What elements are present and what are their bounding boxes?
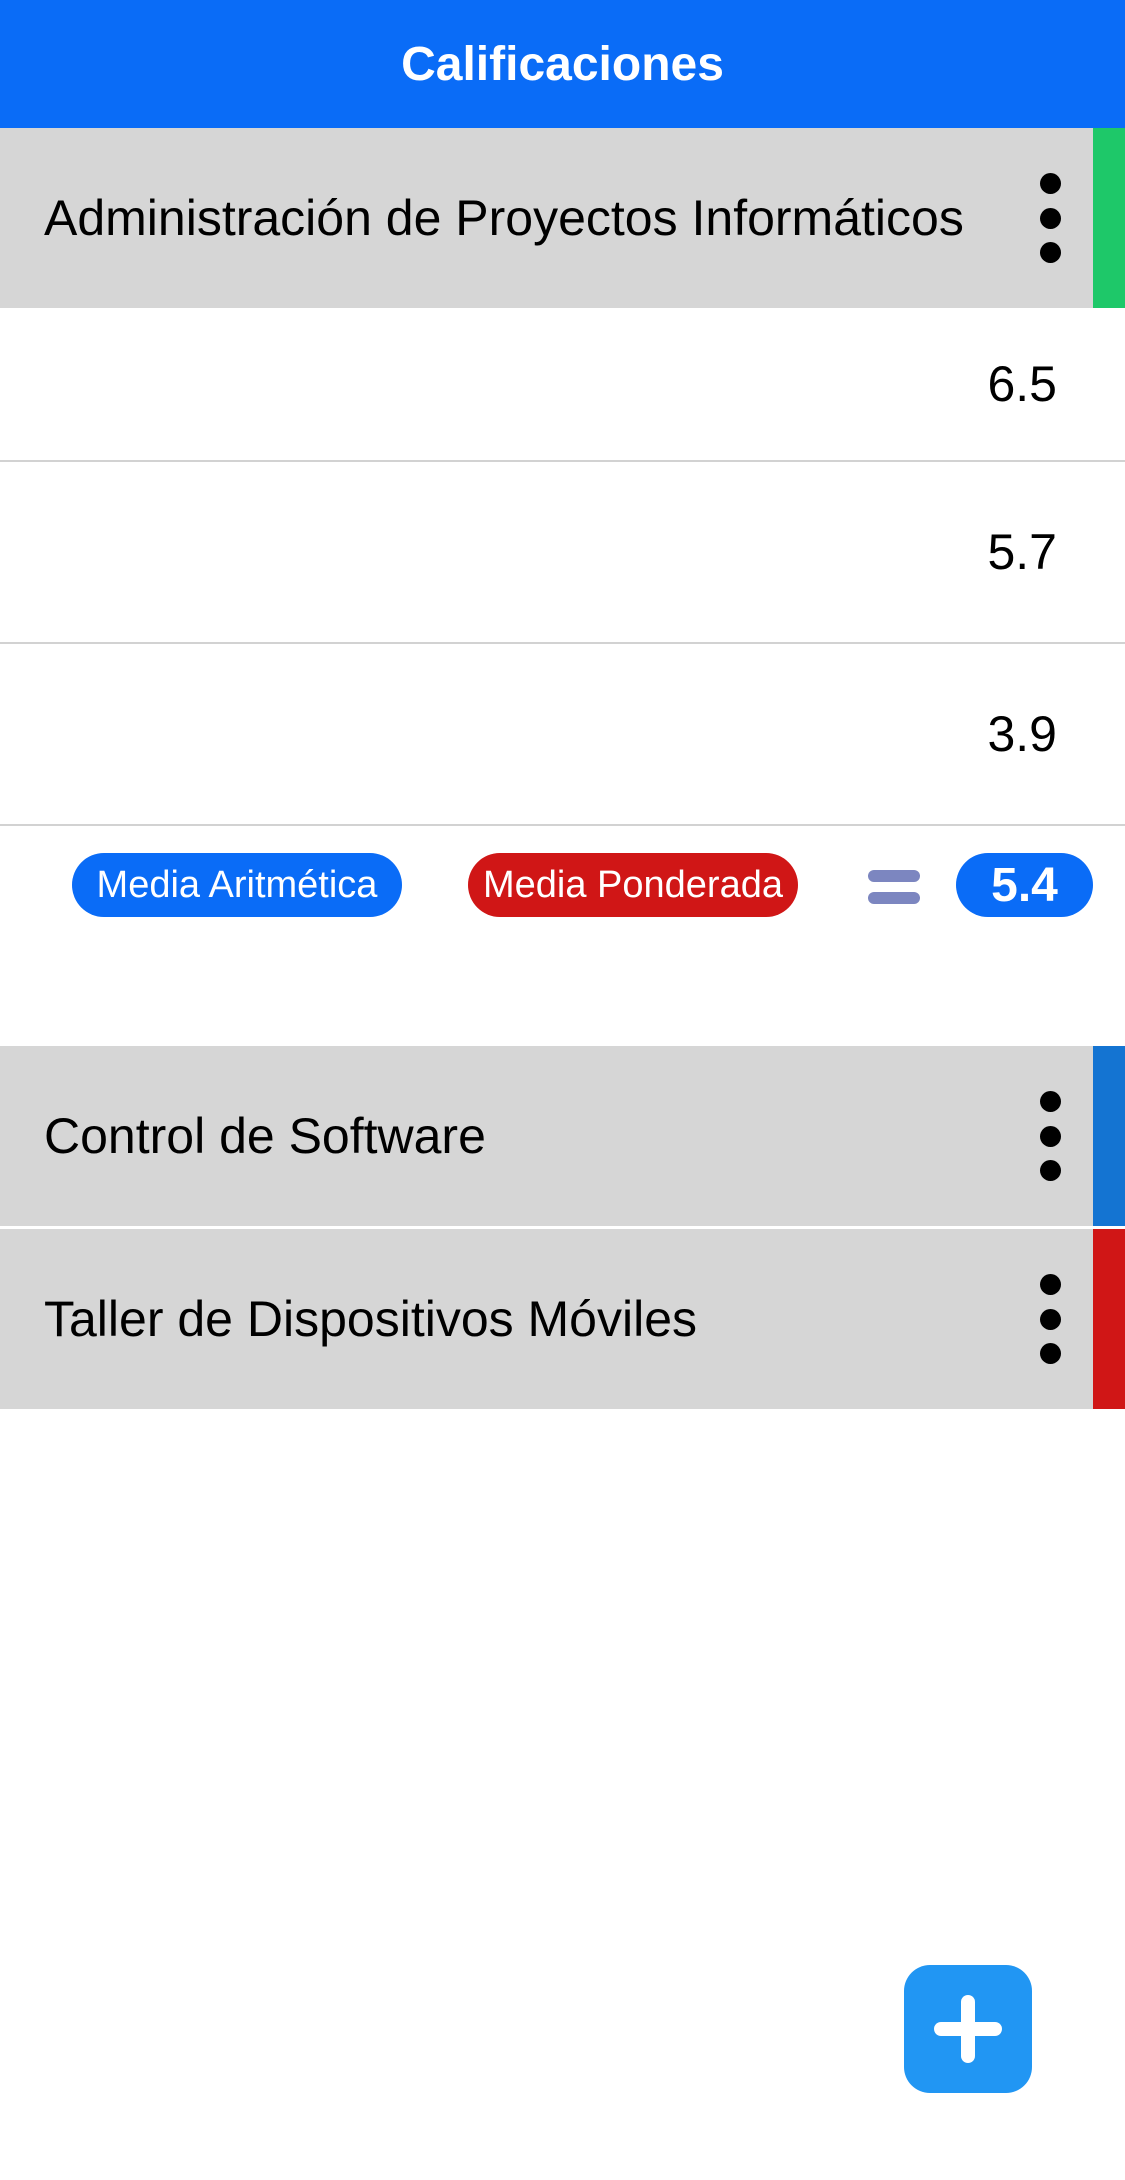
- equals-icon: [868, 870, 920, 904]
- page-title: Calificaciones: [401, 37, 724, 91]
- more-options-icon[interactable]: [1030, 1274, 1070, 1364]
- grade-row[interactable]: 3.9: [0, 644, 1125, 826]
- subject-card-administracion[interactable]: Administración de Proyectos Informáticos: [0, 128, 1125, 308]
- add-subject-button[interactable]: [904, 1965, 1032, 2093]
- subject-color-stripe: [1093, 1046, 1125, 1226]
- subject-name: Administración de Proyectos Informáticos: [44, 190, 964, 246]
- grade-value: 3.9: [987, 706, 1057, 762]
- grade-row[interactable]: 6.5: [0, 308, 1125, 462]
- grade-value: 5.7: [987, 524, 1057, 580]
- subject-name: Control de Software: [44, 1108, 486, 1164]
- app-screen: Calificaciones Administración de Proyect…: [0, 0, 1125, 2180]
- grade-value: 6.5: [987, 356, 1057, 412]
- weighted-mean-button[interactable]: Media Ponderada: [468, 853, 798, 917]
- arithmetic-mean-button[interactable]: Media Aritmética: [72, 853, 402, 917]
- subject-color-stripe: [1093, 1229, 1125, 1409]
- app-bar: Calificaciones: [0, 0, 1125, 128]
- more-options-icon[interactable]: [1030, 1091, 1070, 1181]
- grade-row[interactable]: 5.7: [0, 462, 1125, 644]
- average-result-badge: 5.4: [956, 853, 1093, 917]
- subject-card-taller-moviles[interactable]: Taller de Dispositivos Móviles: [0, 1229, 1125, 1409]
- subject-card-control-software[interactable]: Control de Software: [0, 1046, 1125, 1226]
- subject-color-stripe: [1093, 128, 1125, 308]
- more-options-icon[interactable]: [1030, 173, 1070, 263]
- subject-name: Taller de Dispositivos Móviles: [44, 1291, 698, 1347]
